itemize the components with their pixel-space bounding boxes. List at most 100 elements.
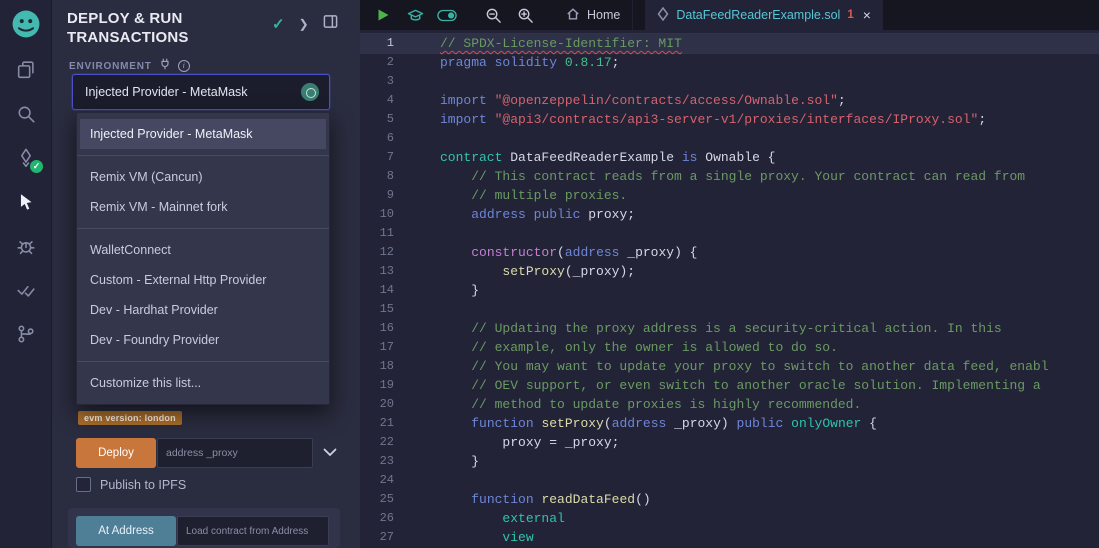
environment-option[interactable]: Custom - External Http Provider: [77, 265, 329, 295]
line-number[interactable]: 5: [360, 110, 416, 129]
expand-args-chevron-icon[interactable]: [323, 444, 337, 462]
code-text: proxy = _proxy;: [416, 433, 619, 452]
code-line[interactable]: 13 setProxy(_proxy);: [360, 262, 1099, 281]
code-editor[interactable]: 1// SPDX-License-Identifier: MIT2pragma …: [360, 30, 1099, 548]
code-line[interactable]: 2pragma solidity 0.8.17;: [360, 53, 1099, 72]
deploy-button[interactable]: Deploy: [76, 438, 156, 468]
code-line[interactable]: 14 }: [360, 281, 1099, 300]
code-line[interactable]: 19 // OEV support, or even switch to ano…: [360, 376, 1099, 395]
line-number[interactable]: 21: [360, 414, 416, 433]
tab-datafeedreaderexample[interactable]: DataFeedReaderExample.sol 1 ×: [645, 0, 883, 30]
line-number[interactable]: 26: [360, 509, 416, 528]
panel-toggle-icon[interactable]: [323, 14, 338, 34]
code-line[interactable]: 24: [360, 471, 1099, 490]
line-number[interactable]: 22: [360, 433, 416, 452]
zoom-in-icon[interactable]: [512, 2, 538, 28]
code-line[interactable]: 10 address public proxy;: [360, 205, 1099, 224]
code-line[interactable]: 9 // multiple proxies.: [360, 186, 1099, 205]
run-script-icon[interactable]: [370, 2, 396, 28]
compile-success-badge: ✓: [30, 160, 43, 173]
line-number[interactable]: 7: [360, 148, 416, 167]
line-number[interactable]: 9: [360, 186, 416, 205]
line-number[interactable]: 14: [360, 281, 416, 300]
line-number[interactable]: 4: [360, 91, 416, 110]
dropdown-divider: [77, 361, 329, 362]
code-line[interactable]: 25 function readDataFeed(): [360, 490, 1099, 509]
line-number[interactable]: 24: [360, 471, 416, 490]
line-number[interactable]: 6: [360, 129, 416, 148]
code-text: [416, 471, 440, 490]
deploy-row: Deploy: [76, 438, 337, 468]
code-line[interactable]: 11: [360, 224, 1099, 243]
line-number[interactable]: 23: [360, 452, 416, 471]
environment-option[interactable]: Customize this list...: [77, 368, 329, 398]
code-line[interactable]: 22 proxy = _proxy;: [360, 433, 1099, 452]
at-address-button[interactable]: At Address: [76, 516, 176, 546]
deploy-and-run-icon[interactable]: [0, 180, 52, 224]
line-number[interactable]: 1: [360, 34, 416, 53]
code-text: // method to update proxies is highly re…: [416, 395, 861, 414]
git-branch-icon[interactable]: [0, 312, 52, 356]
toggle-switch-icon[interactable]: [434, 2, 460, 28]
search-icon[interactable]: [0, 92, 52, 136]
zoom-out-icon[interactable]: [480, 2, 506, 28]
publish-row: Publish to IPFS: [76, 477, 186, 492]
environment-option[interactable]: WalletConnect: [77, 235, 329, 265]
line-number[interactable]: 10: [360, 205, 416, 224]
line-number[interactable]: 25: [360, 490, 416, 509]
chevron-right-icon[interactable]: ❯: [299, 17, 309, 31]
tab-close-icon[interactable]: ×: [863, 7, 871, 23]
environment-option[interactable]: Dev - Foundry Provider: [77, 325, 329, 355]
solidity-compiler-icon[interactable]: ✓: [0, 136, 52, 180]
file-explorer-icon[interactable]: [0, 48, 52, 92]
code-line[interactable]: 20 // method to update proxies is highly…: [360, 395, 1099, 414]
graduation-cap-icon[interactable]: [402, 2, 428, 28]
code-line[interactable]: 27 view: [360, 528, 1099, 547]
environment-select[interactable]: Injected Provider - MetaMask: [72, 74, 330, 110]
line-number[interactable]: 2: [360, 53, 416, 72]
code-line[interactable]: 4import "@openzeppelin/contracts/access/…: [360, 91, 1099, 110]
debugger-icon[interactable]: [0, 224, 52, 268]
line-number[interactable]: 18: [360, 357, 416, 376]
code-line[interactable]: 8 // This contract reads from a single p…: [360, 167, 1099, 186]
code-line[interactable]: 3: [360, 72, 1099, 91]
environment-option[interactable]: Injected Provider - MetaMask: [80, 119, 326, 149]
environment-option[interactable]: Remix VM (Cancun): [77, 162, 329, 192]
info-icon[interactable]: i: [178, 60, 190, 72]
unit-testing-icon[interactable]: [0, 268, 52, 312]
line-number[interactable]: 20: [360, 395, 416, 414]
code-line[interactable]: 21 function setProxy(address _proxy) pub…: [360, 414, 1099, 433]
code-text: // OEV support, or even switch to anothe…: [416, 376, 1041, 395]
line-number[interactable]: 12: [360, 243, 416, 262]
at-address-input[interactable]: [177, 516, 329, 546]
home-icon: [566, 7, 580, 24]
environment-option[interactable]: Remix VM - Mainnet fork: [77, 192, 329, 222]
code-line[interactable]: 6: [360, 129, 1099, 148]
line-number[interactable]: 16: [360, 319, 416, 338]
code-line[interactable]: 18 // You may want to update your proxy …: [360, 357, 1099, 376]
code-line[interactable]: 5import "@api3/contracts/api3-server-v1/…: [360, 110, 1099, 129]
line-number[interactable]: 27: [360, 528, 416, 547]
code-line[interactable]: 15: [360, 300, 1099, 319]
line-number[interactable]: 13: [360, 262, 416, 281]
code-line[interactable]: 23 }: [360, 452, 1099, 471]
environment-option[interactable]: Dev - Hardhat Provider: [77, 295, 329, 325]
code-line[interactable]: 26 external: [360, 509, 1099, 528]
code-line[interactable]: 7contract DataFeedReaderExample is Ownab…: [360, 148, 1099, 167]
line-number[interactable]: 17: [360, 338, 416, 357]
code-text: // This contract reads from a single pro…: [416, 167, 1025, 186]
remix-logo-icon[interactable]: [0, 0, 52, 48]
code-line[interactable]: 1// SPDX-License-Identifier: MIT: [360, 34, 1099, 53]
code-line[interactable]: 12 constructor(address _proxy) {: [360, 243, 1099, 262]
line-number[interactable]: 8: [360, 167, 416, 186]
line-number[interactable]: 3: [360, 72, 416, 91]
deploy-args-input[interactable]: [157, 438, 313, 468]
code-line[interactable]: 17 // example, only the owner is allowed…: [360, 338, 1099, 357]
line-number[interactable]: 19: [360, 376, 416, 395]
plug-icon[interactable]: [159, 57, 171, 75]
publish-ipfs-checkbox[interactable]: [76, 477, 91, 492]
line-number[interactable]: 11: [360, 224, 416, 243]
tab-home[interactable]: Home: [554, 0, 633, 30]
line-number[interactable]: 15: [360, 300, 416, 319]
code-line[interactable]: 16 // Updating the proxy address is a se…: [360, 319, 1099, 338]
